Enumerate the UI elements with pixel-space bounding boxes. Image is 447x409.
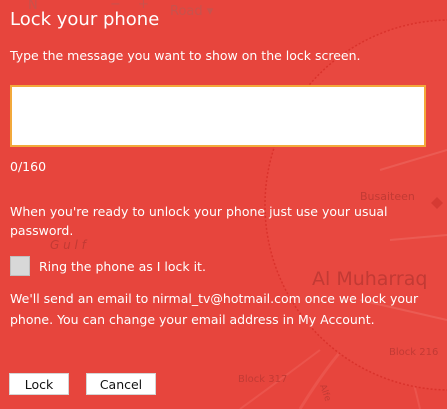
cancel-button[interactable]: Cancel	[86, 373, 156, 395]
ring-label: Ring the phone as I lock it.	[39, 258, 206, 274]
ring-option: Ring the phone as I lock it.	[10, 256, 206, 276]
lock-message-input[interactable]	[10, 85, 426, 147]
lock-button[interactable]: Lock	[9, 373, 69, 395]
char-counter: 0/160	[10, 159, 47, 174]
ring-checkbox[interactable]	[10, 256, 30, 276]
lock-phone-dialog: Lock your phone Type the message you wan…	[0, 0, 447, 409]
email-info-text: We'll send an email to nirmal_tv@hotmail…	[10, 291, 419, 327]
instruction-text: Type the message you want to show on the…	[10, 48, 361, 63]
unlock-info-text: When you're ready to unlock your phone j…	[10, 204, 388, 238]
dialog-title: Lock your phone	[10, 9, 160, 30]
